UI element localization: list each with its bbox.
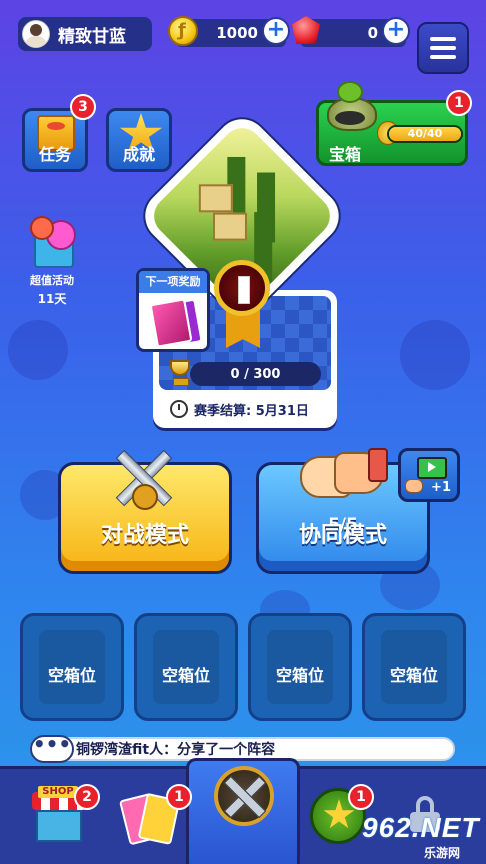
chest-progress-bar: 40/40	[387, 125, 463, 143]
menu-icon	[430, 37, 456, 41]
game-home-screen: 精致甘蓝 1000 + 0 + 任务 3 成就 40/40	[0, 0, 486, 864]
season-end: 赛季结算: 5月31日	[170, 398, 330, 420]
stopwatch-icon	[170, 400, 188, 418]
watermark-subtext: 乐游网	[424, 846, 461, 860]
crossed-swords-icon	[108, 444, 178, 514]
gem-counter: 0 +	[292, 16, 410, 47]
battle-mode-label: 对战模式	[100, 523, 189, 548]
video-bonus-text: +1	[431, 480, 451, 495]
chest-button[interactable]: 40/40 宝箱	[316, 81, 468, 166]
achievements-label: 成就	[122, 145, 155, 164]
plus-icon: +	[386, 17, 406, 42]
coin-amount: 1000	[216, 24, 258, 42]
chest-label: 宝箱	[329, 145, 362, 164]
watermark-text: 962.NET	[362, 812, 480, 843]
menu-button[interactable]	[417, 22, 469, 74]
coop-mode-label: 协同模式	[298, 523, 387, 548]
achievements-button[interactable]: 成就	[106, 108, 172, 172]
bg-pattern	[8, 320, 68, 380]
trophy-progress: 0 / 300	[190, 362, 321, 386]
event-days: 11天	[37, 292, 67, 306]
video-icon	[417, 457, 447, 479]
rank-badge: 1	[348, 784, 374, 810]
plus-icon: +	[266, 17, 286, 42]
nav-tab-shop[interactable]: SHOP	[28, 776, 118, 860]
handshake-icon	[300, 448, 388, 506]
video-bonus-button[interactable]: +1	[398, 448, 460, 502]
event-label: 超值活动	[30, 274, 74, 287]
shop-sign: SHOP	[38, 786, 78, 798]
turtle-chest-icon	[323, 81, 377, 131]
slot-label: 空箱位	[389, 666, 438, 685]
crossed-swords-nav-icon[interactable]	[214, 766, 274, 826]
chest-slot[interactable]: 空箱位	[362, 613, 466, 721]
event-button[interactable]: 超值活动 11天	[18, 206, 86, 306]
player-name: 精致甘蓝	[58, 26, 126, 47]
gift-icon	[28, 214, 76, 268]
nav-tab-cards[interactable]	[118, 776, 208, 860]
tasks-badge: 3	[70, 94, 96, 120]
add-coins-button[interactable]: +	[262, 17, 290, 45]
chest-progress-text: 40/40	[407, 127, 443, 140]
handshake-mini-icon	[405, 479, 423, 493]
rank-numeral	[238, 276, 250, 304]
rank-medal-icon	[210, 260, 276, 350]
top-bar: 精致甘蓝 1000 + 0 +	[0, 0, 486, 74]
coin-counter: 1000 +	[168, 16, 290, 47]
watermark-logo: 962.NET 乐游网	[362, 812, 484, 862]
next-reward-label: 下一项奖励	[139, 271, 207, 293]
slot-label: 空箱位	[275, 666, 324, 685]
chat-message: 铜锣湾渣fit人：分享了一个阵容	[76, 742, 276, 758]
chat-bubble-icon[interactable]: •••	[30, 734, 74, 763]
gem-amount: 0	[367, 24, 378, 42]
tasks-label: 任务	[38, 145, 71, 164]
cards-reward-icon	[149, 298, 193, 348]
chest-slot[interactable]: 空箱位	[248, 613, 352, 721]
chest-badge: 1	[446, 90, 472, 116]
slot-label: 空箱位	[161, 666, 210, 685]
season-end-text: 赛季结算: 5月31日	[194, 403, 309, 419]
shop-badge: 2	[74, 784, 100, 810]
add-gems-button[interactable]: +	[382, 17, 410, 45]
cards-badge: 1	[166, 784, 192, 810]
next-reward-bubble[interactable]: 下一项奖励	[136, 268, 210, 352]
slot-label: 空箱位	[47, 666, 96, 685]
avatar[interactable]	[22, 20, 50, 48]
coin-icon	[168, 16, 198, 46]
bg-pattern	[400, 320, 470, 390]
chest-slot[interactable]: 空箱位	[134, 613, 238, 721]
ruby-icon	[292, 16, 320, 44]
chest-slot[interactable]: 空箱位	[20, 613, 124, 721]
profile-panel[interactable]: 精致甘蓝	[18, 17, 152, 51]
